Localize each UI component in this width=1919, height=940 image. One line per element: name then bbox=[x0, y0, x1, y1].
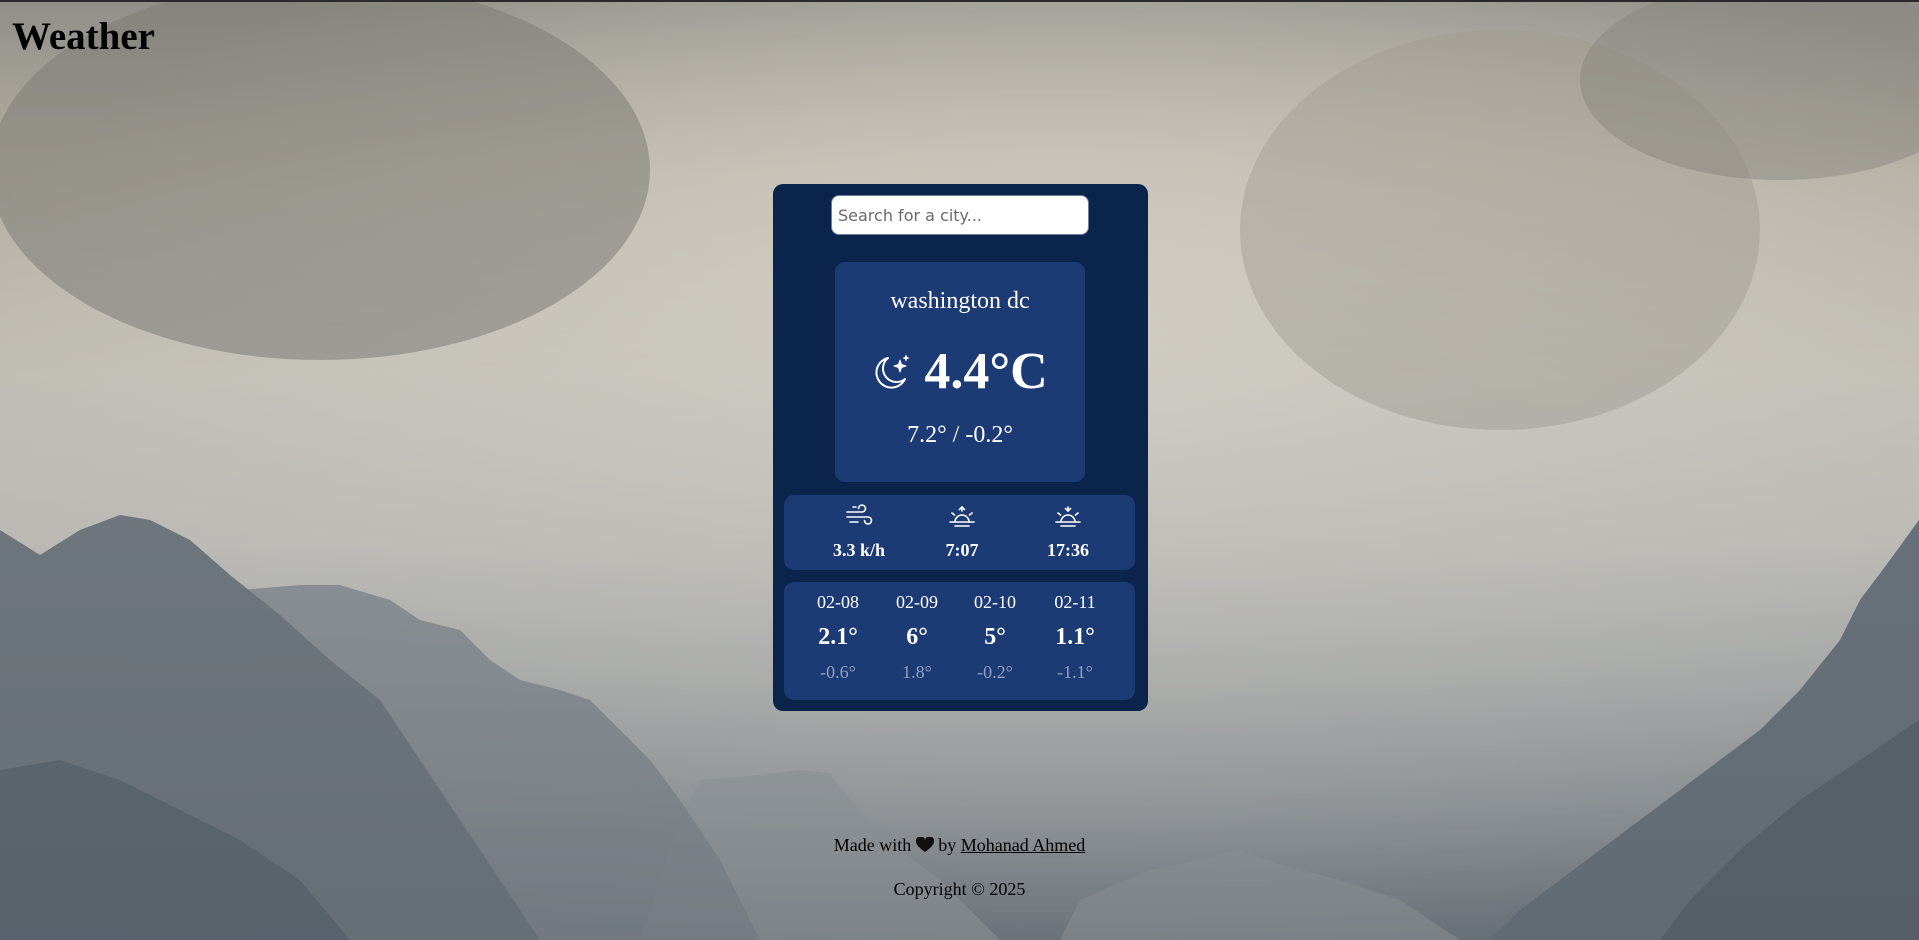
forecast-date: 02-09 bbox=[896, 592, 938, 612]
footer-by-text: by bbox=[938, 835, 957, 855]
forecast-high: 2.1° bbox=[818, 624, 858, 650]
sunset-icon bbox=[1055, 506, 1081, 527]
footer-made-with-text: Made with bbox=[833, 835, 912, 855]
wind-stat: 3.3 k/h bbox=[819, 495, 899, 570]
forecast-low: -0.2° bbox=[977, 662, 1013, 682]
footer-credit: Made with by Mohanad Ahmed bbox=[0, 835, 1919, 856]
author-link[interactable]: Mohanad Ahmed bbox=[961, 835, 1085, 855]
forecast-low: -1.1° bbox=[1057, 662, 1093, 682]
current-temperature-row: 4.4°C bbox=[835, 342, 1085, 402]
forecast-date: 02-08 bbox=[817, 592, 859, 612]
forecast-high: 1.1° bbox=[1055, 624, 1095, 650]
current-weather-panel: washington dc 4.4°C 7.2° / -0.2° bbox=[835, 262, 1085, 482]
forecast-high: 6° bbox=[906, 624, 928, 650]
footer-copyright: Copyright © 2025 bbox=[893, 879, 1026, 899]
sunrise-stat: 7:07 bbox=[922, 495, 1002, 570]
city-search-input[interactable] bbox=[831, 195, 1089, 235]
heart-icon bbox=[915, 837, 934, 852]
weather-card: washington dc 4.4°C 7.2° / -0.2° 3.3 k/h bbox=[773, 184, 1148, 711]
forecast-low: -0.6° bbox=[820, 662, 856, 682]
sunrise-icon bbox=[949, 505, 975, 527]
moon-stars-icon bbox=[875, 354, 910, 389]
forecast-date: 02-10 bbox=[974, 592, 1016, 612]
forecast-high: 5° bbox=[984, 624, 1006, 650]
city-name: washington dc bbox=[890, 288, 1030, 314]
page-title: Weather bbox=[12, 15, 155, 58]
forecast-date: 02-11 bbox=[1054, 592, 1096, 612]
high-low-temperature: 7.2° / -0.2° bbox=[907, 422, 1013, 448]
wind-icon bbox=[846, 504, 873, 525]
window-top-border bbox=[0, 0, 1919, 2]
forecast-low: 1.8° bbox=[902, 662, 932, 682]
forecast-panel: 02-08 2.1° -0.6° 02-09 6° 1.8° 02-10 5° … bbox=[784, 582, 1135, 700]
weather-stats-panel: 3.3 k/h 7:07 17:36 bbox=[784, 495, 1135, 570]
wind-speed-value: 3.3 k/h bbox=[832, 540, 886, 560]
sunset-stat: 17:36 bbox=[1028, 495, 1108, 570]
current-temperature: 4.4°C bbox=[924, 343, 1048, 400]
sunrise-time-value: 7:07 bbox=[945, 540, 979, 560]
sunset-time-value: 17:36 bbox=[1047, 540, 1089, 560]
